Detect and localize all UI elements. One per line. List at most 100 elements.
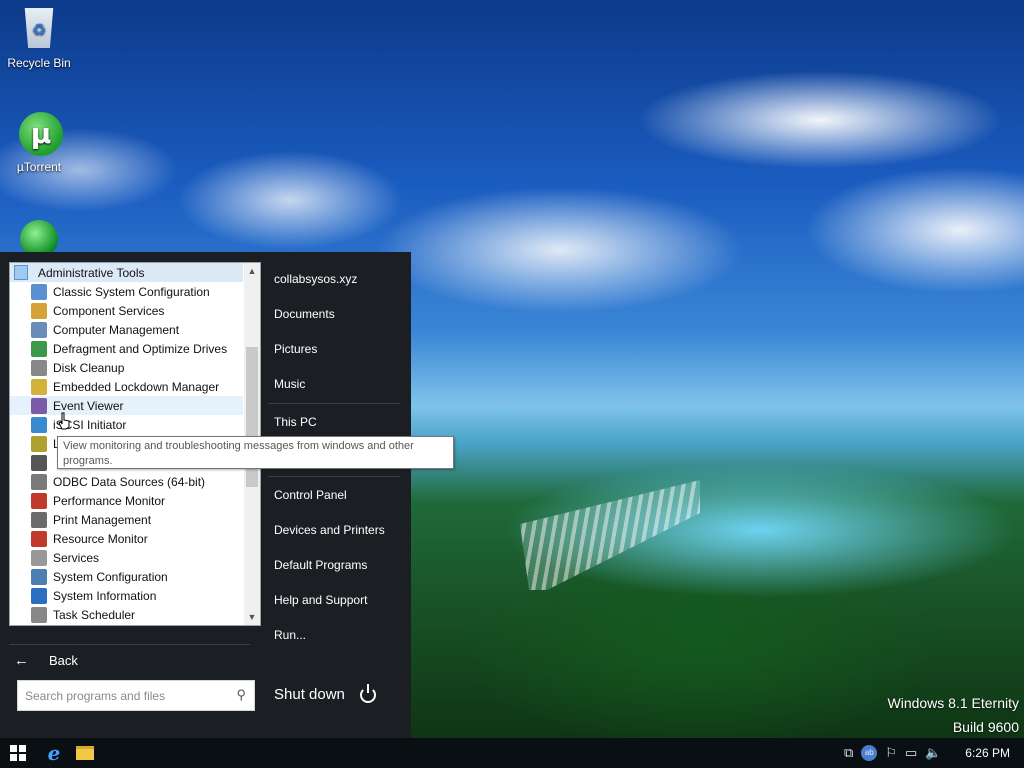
- globe-icon: [31, 416, 47, 433]
- monitor-icon[interactable]: ▭: [905, 745, 917, 761]
- back-arrow-icon: ←: [14, 651, 29, 669]
- back-button[interactable]: ← Back: [14, 650, 78, 670]
- task-scheduler-icon: [31, 606, 47, 623]
- network-icon[interactable]: ⧉: [844, 745, 853, 761]
- volume-icon[interactable]: 🔈: [925, 745, 941, 761]
- search-input[interactable]: [18, 681, 225, 710]
- start-right-item[interactable]: Control Panel: [274, 485, 347, 505]
- flag-icon[interactable]: ⚐: [885, 745, 897, 761]
- program-item[interactable]: Embedded Lockdown Manager: [10, 377, 243, 396]
- start-right-item[interactable]: This PC: [274, 412, 317, 432]
- program-label: Services: [53, 550, 100, 565]
- waterfall-graphic: [520, 480, 700, 590]
- program-item[interactable]: Performance Monitor: [10, 491, 243, 510]
- start-right-item[interactable]: collabsysos.xyz: [274, 269, 357, 289]
- program-item[interactable]: Component Services: [10, 301, 243, 320]
- program-item[interactable]: System Configuration: [10, 567, 243, 586]
- file-explorer-button[interactable]: [70, 738, 100, 768]
- program-item[interactable]: Resource Monitor: [10, 529, 243, 548]
- msconfig-icon: [31, 283, 47, 300]
- watermark-edition: Windows 8.1 Eternity: [887, 695, 1020, 711]
- program-label: System Information: [53, 588, 157, 603]
- odbc-icon: [31, 473, 47, 490]
- utorrent-icon: µ: [19, 112, 63, 156]
- program-label: Resource Monitor: [53, 531, 148, 546]
- tooltip: View monitoring and troubleshooting mess…: [57, 436, 454, 469]
- program-item[interactable]: Task Scheduler: [10, 605, 243, 624]
- power-icon: [359, 683, 376, 703]
- program-label: Performance Monitor: [53, 493, 166, 508]
- hand-cursor-icon: [58, 412, 70, 430]
- program-label: Classic System Configuration: [53, 284, 210, 299]
- program-item[interactable]: Defragment and Optimize Drives: [10, 339, 243, 358]
- program-item[interactable]: ODBC Data Sources (64-bit): [10, 472, 243, 491]
- program-label: Component Services: [53, 303, 165, 318]
- menu-divider: [9, 644, 250, 645]
- defragment-icon: [31, 340, 47, 357]
- right-divider: [268, 476, 400, 477]
- start-right-item[interactable]: Pictures: [274, 339, 317, 359]
- start-right-item[interactable]: Help and Support: [274, 590, 367, 610]
- file-explorer-icon: [76, 746, 94, 760]
- watermark-build: Build 9600: [952, 719, 1019, 735]
- folder-administrative-tools[interactable]: Administrative Tools: [10, 263, 243, 282]
- program-label: Print Management: [53, 512, 152, 527]
- program-label: Defragment and Optimize Drives: [53, 341, 228, 356]
- computer-management-icon: [31, 321, 47, 338]
- program-label: System Configuration: [53, 569, 168, 584]
- services-icon: [31, 549, 47, 566]
- program-item[interactable]: Classic System Configuration: [10, 282, 243, 301]
- folder-label: Administrative Tools: [38, 265, 145, 280]
- scroll-down-arrow-icon[interactable]: ▼: [246, 611, 258, 623]
- program-item[interactable]: System Information: [10, 586, 243, 605]
- system-configuration-icon: [31, 568, 47, 585]
- program-label: Task Scheduler: [53, 607, 136, 622]
- disk-cleanup-icon: [31, 359, 47, 376]
- program-item[interactable]: Services: [10, 548, 243, 567]
- security-policy-icon: [31, 435, 47, 452]
- program-item[interactable]: Event Viewer: [10, 396, 243, 415]
- back-label: Back: [49, 652, 78, 668]
- start-right-item[interactable]: Documents: [274, 304, 335, 324]
- shutdown-button[interactable]: Shut down: [274, 683, 376, 703]
- program-item[interactable]: Print Management: [10, 510, 243, 529]
- system-tray: ⧉ ab ⚐ ▭ 🔈: [840, 738, 945, 768]
- program-item[interactable]: iSCSI Initiator: [10, 415, 243, 434]
- printer-icon: [31, 511, 47, 528]
- search-box[interactable]: ⚲: [17, 680, 255, 711]
- program-label: Computer Management: [53, 322, 180, 337]
- windows-logo-icon: [10, 745, 26, 761]
- desktop-icon-recycle-bin[interactable]: ♻ Recycle Bin: [1, 8, 77, 70]
- lock-icon: [31, 378, 47, 395]
- start-right-item[interactable]: Music: [274, 374, 305, 394]
- scroll-up-arrow-icon[interactable]: ▲: [246, 265, 258, 277]
- event-viewer-icon: [31, 397, 47, 414]
- start-right-item[interactable]: Devices and Printers: [274, 520, 385, 540]
- start-right-item[interactable]: Run...: [274, 625, 306, 645]
- program-label: Disk Cleanup: [53, 360, 125, 375]
- system-information-icon: [31, 587, 47, 604]
- performance-monitor-icon: [31, 492, 47, 509]
- taskbar: e ⧉ ab ⚐ ▭ 🔈 6:26 PM: [0, 738, 1024, 768]
- internet-explorer-icon: e: [47, 741, 61, 765]
- start-button[interactable]: [0, 738, 36, 768]
- component-services-icon: [31, 302, 47, 319]
- clock[interactable]: 6:26 PM: [965, 738, 1010, 768]
- internet-explorer-button[interactable]: e: [38, 738, 70, 768]
- start-menu: Administrative Tools Classic System Conf…: [0, 252, 411, 738]
- program-item[interactable]: Disk Cleanup: [10, 358, 243, 377]
- desktop-icon-label: Recycle Bin: [7, 56, 71, 70]
- memory-diagnostic-icon: [31, 454, 47, 471]
- recycle-bin-icon: ♻: [19, 8, 59, 52]
- user-badge-icon[interactable]: ab: [861, 745, 878, 761]
- search-icon[interactable]: ⚲: [236, 687, 246, 703]
- desktop-icon-utorrent[interactable]: µ µTorrent: [1, 112, 77, 174]
- right-divider: [268, 403, 400, 404]
- program-label: Embedded Lockdown Manager: [53, 379, 220, 394]
- desktop-icon-label: µTorrent: [16, 160, 62, 174]
- resource-monitor-icon: [31, 530, 47, 547]
- start-right-item[interactable]: Default Programs: [274, 555, 367, 575]
- program-item[interactable]: Computer Management: [10, 320, 243, 339]
- folder-icon: [14, 265, 28, 280]
- program-label: ODBC Data Sources (64-bit): [53, 474, 206, 489]
